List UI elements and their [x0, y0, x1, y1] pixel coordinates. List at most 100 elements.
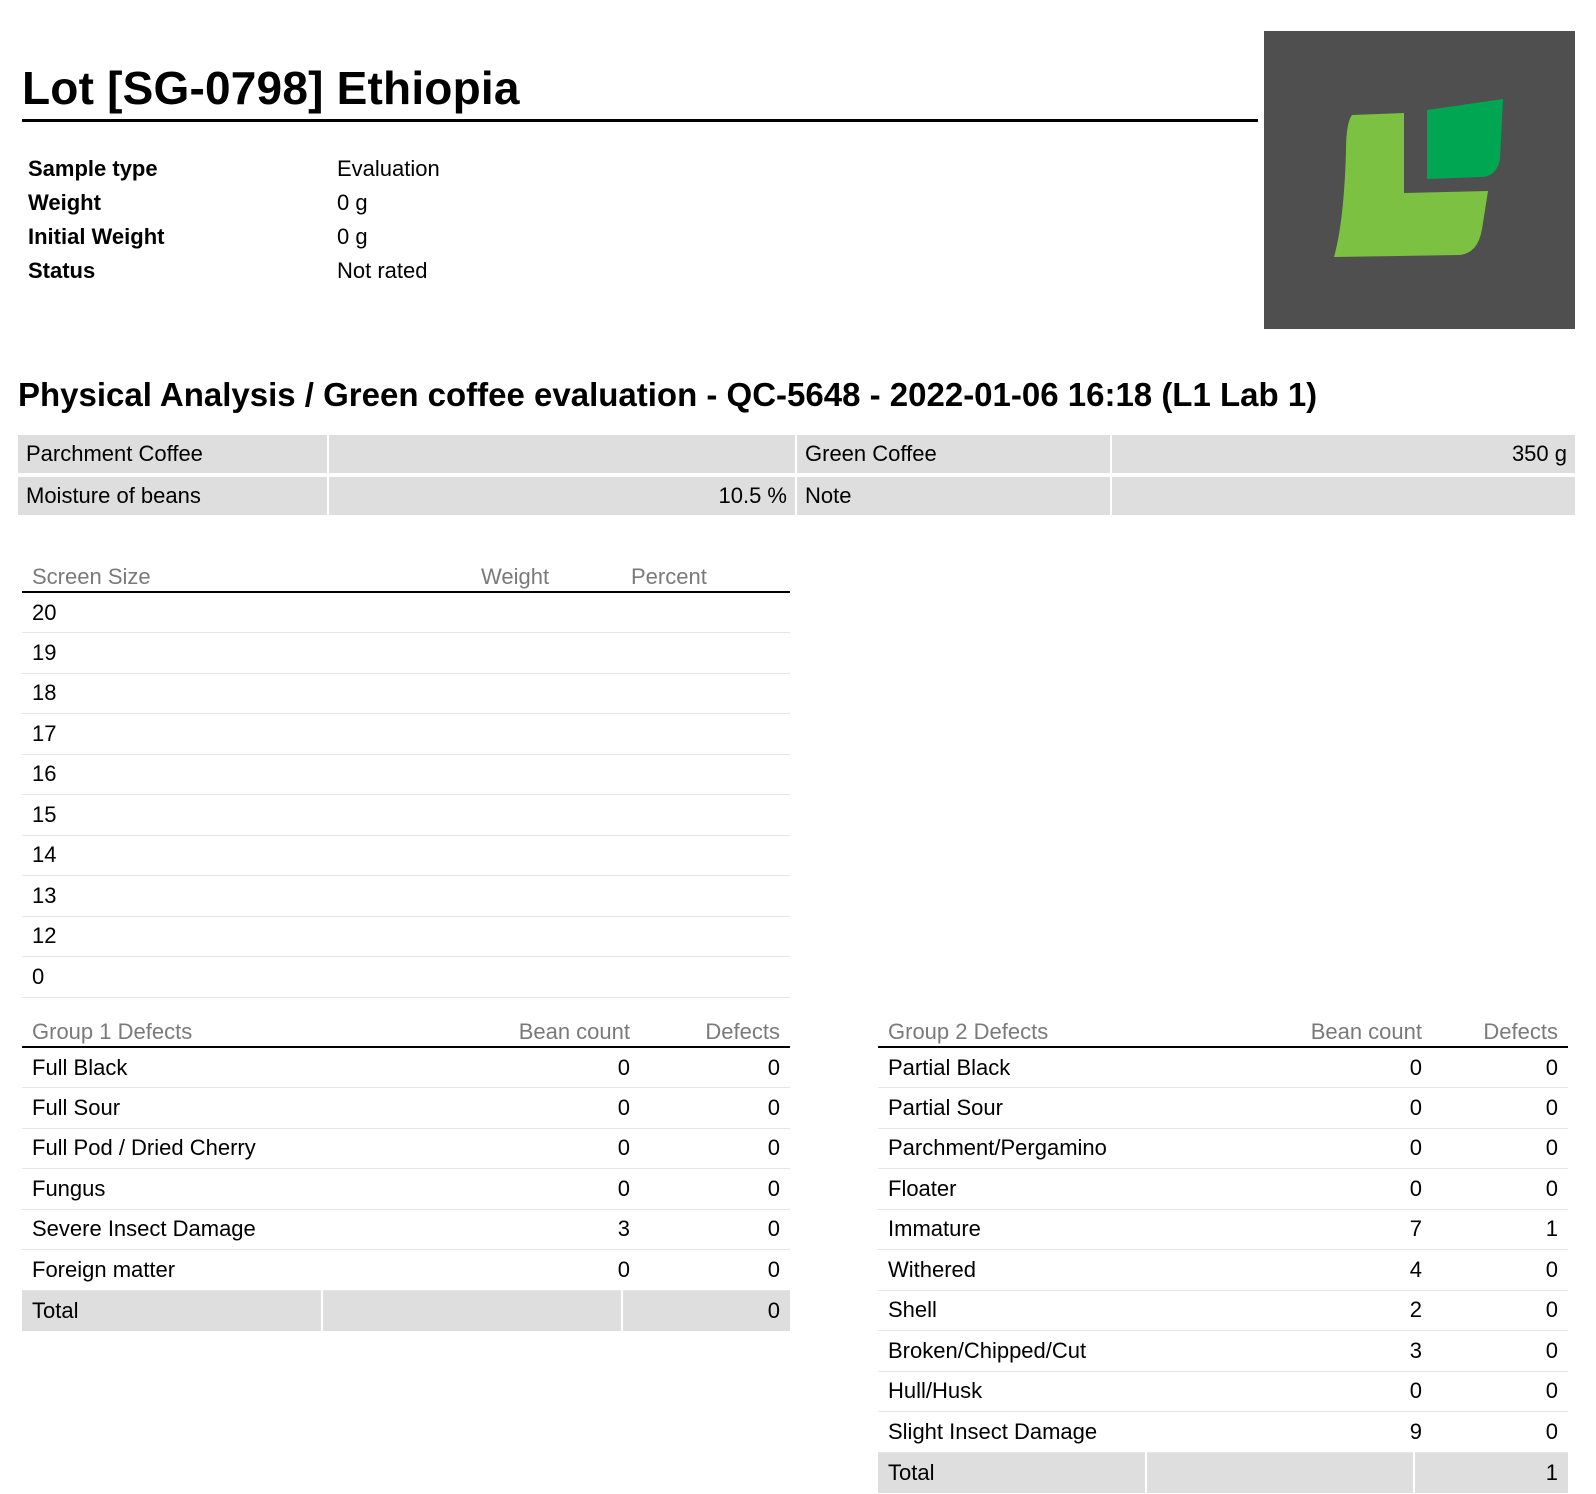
defects-cell: 1 [1432, 1209, 1568, 1250]
meta-row-status: Status Not rated [28, 254, 440, 288]
total-bean-count-cell [1145, 1452, 1414, 1493]
screen-size-cell: 12 [22, 916, 471, 957]
screen-size-cell: 13 [22, 875, 471, 917]
table-row: Foreign matter 0 0 [22, 1249, 790, 1291]
info-row: Moisture of beans 10.5 % Note [18, 477, 1575, 515]
meta-value: 0 g [337, 190, 368, 215]
column-header: Defects [640, 1013, 790, 1048]
meta-row-sample-type: Sample type Evaluation [28, 152, 440, 186]
bean-count-cell: 0 [322, 1087, 640, 1129]
info-label: Green Coffee [797, 435, 1110, 473]
column-header: Screen Size [22, 558, 471, 593]
leaf-logo-icon [1334, 99, 1503, 257]
bean-count-cell: 0 [1146, 1371, 1432, 1412]
meta-label: Initial Weight [28, 224, 165, 249]
table-row: Slight Insect Damage 9 0 [878, 1411, 1568, 1453]
total-row: Total 1 [878, 1452, 1568, 1493]
weight-cell [471, 956, 621, 998]
page-title: Lot [SG-0798] Ethiopia [22, 62, 520, 114]
screen-size-cell: 16 [22, 754, 471, 795]
total-label-cell: Total [22, 1290, 322, 1331]
defects-cell: 0 [1432, 1290, 1568, 1331]
defects-cell: 0 [640, 1087, 790, 1129]
table-row: Full Black 0 0 [22, 1047, 790, 1088]
meta-label: Sample type [28, 156, 158, 181]
group-1-defects-table: Group 1 Defects Bean count Defects Full … [22, 1013, 790, 1331]
table-row: 0 [22, 956, 790, 998]
table-row: Withered 4 0 [878, 1249, 1568, 1291]
table-row: 17 [22, 713, 790, 755]
bean-count-cell: 0 [322, 1168, 640, 1210]
table-row: Parchment/Pergamino 0 0 [878, 1128, 1568, 1169]
bean-count-cell: 3 [322, 1209, 640, 1250]
defect-name-cell: Severe Insect Damage [22, 1209, 322, 1250]
table-row: 14 [22, 835, 790, 876]
weight-cell [471, 835, 621, 876]
lot-meta: Sample type Evaluation Weight 0 g Initia… [28, 152, 440, 288]
defects-cell: 0 [1432, 1371, 1568, 1412]
meta-label: Weight [28, 190, 101, 215]
table-row: 19 [22, 632, 790, 674]
defect-name-cell: Full Black [22, 1047, 322, 1088]
bean-count-cell: 2 [1146, 1290, 1432, 1331]
weight-cell [471, 713, 621, 755]
table-row: Severe Insect Damage 3 0 [22, 1209, 790, 1250]
bean-count-cell: 0 [322, 1047, 640, 1088]
bean-count-cell: 0 [1146, 1128, 1432, 1169]
defect-name-cell: Partial Sour [878, 1087, 1146, 1129]
defects-cell: 0 [640, 1168, 790, 1210]
total-bean-count-cell [321, 1290, 622, 1331]
screen-size-cell: 19 [22, 632, 471, 674]
company-logo [1264, 31, 1575, 329]
info-value [1111, 477, 1575, 515]
column-header: Bean count [322, 1013, 640, 1048]
defects-cell: 0 [640, 1047, 790, 1088]
weight-cell [471, 592, 621, 633]
defects-cell: 0 [1432, 1168, 1568, 1210]
defects-cell: 0 [1432, 1087, 1568, 1129]
total-defects-cell: 1 [1413, 1452, 1568, 1493]
analysis-title: Physical Analysis / Green coffee evaluat… [18, 376, 1318, 413]
percent-cell [621, 632, 790, 674]
column-header: Percent [621, 558, 790, 593]
defect-name-cell: Full Pod / Dried Cherry [22, 1128, 322, 1169]
column-header: Group 2 Defects [878, 1013, 1146, 1048]
percent-cell [621, 835, 790, 876]
info-value: 350 g [1111, 435, 1575, 473]
defects-cell: 0 [1432, 1047, 1568, 1088]
defect-name-cell: Partial Black [878, 1047, 1146, 1088]
group-2-defects-table: Group 2 Defects Bean count Defects Parti… [878, 1013, 1568, 1493]
meta-value: Evaluation [337, 156, 440, 181]
percent-cell [621, 592, 790, 633]
percent-cell [621, 794, 790, 836]
table-row: 12 [22, 916, 790, 957]
percent-cell [621, 916, 790, 957]
column-header: Group 1 Defects [22, 1013, 322, 1048]
table-header-row: Group 2 Defects Bean count Defects [878, 1013, 1568, 1048]
screen-size-cell: 17 [22, 713, 471, 755]
screen-size-cell: 20 [22, 592, 471, 633]
table-row: 20 [22, 592, 790, 633]
defect-name-cell: Broken/Chipped/Cut [878, 1330, 1146, 1372]
percent-cell [621, 713, 790, 755]
table-row: Partial Sour 0 0 [878, 1087, 1568, 1129]
table-row: Floater 0 0 [878, 1168, 1568, 1210]
weight-cell [471, 632, 621, 674]
defects-cell: 0 [1432, 1411, 1568, 1453]
bean-count-cell: 0 [322, 1128, 640, 1169]
bean-count-cell: 0 [1146, 1168, 1432, 1210]
total-label-cell: Total [878, 1452, 1146, 1493]
defect-name-cell: Full Sour [22, 1087, 322, 1129]
screen-size-cell: 0 [22, 956, 471, 998]
screen-size-cell: 14 [22, 835, 471, 876]
weight-cell [471, 875, 621, 917]
weight-cell [471, 916, 621, 957]
bean-count-cell: 0 [1146, 1087, 1432, 1129]
table-row: Full Sour 0 0 [22, 1087, 790, 1129]
meta-value: Not rated [337, 258, 428, 283]
table-row: 18 [22, 673, 790, 714]
analysis-info: Parchment Coffee Green Coffee 350 g Mois… [18, 435, 1575, 519]
column-header: Defects [1432, 1013, 1568, 1048]
defects-cell: 0 [1432, 1330, 1568, 1372]
table-row: 13 [22, 875, 790, 917]
